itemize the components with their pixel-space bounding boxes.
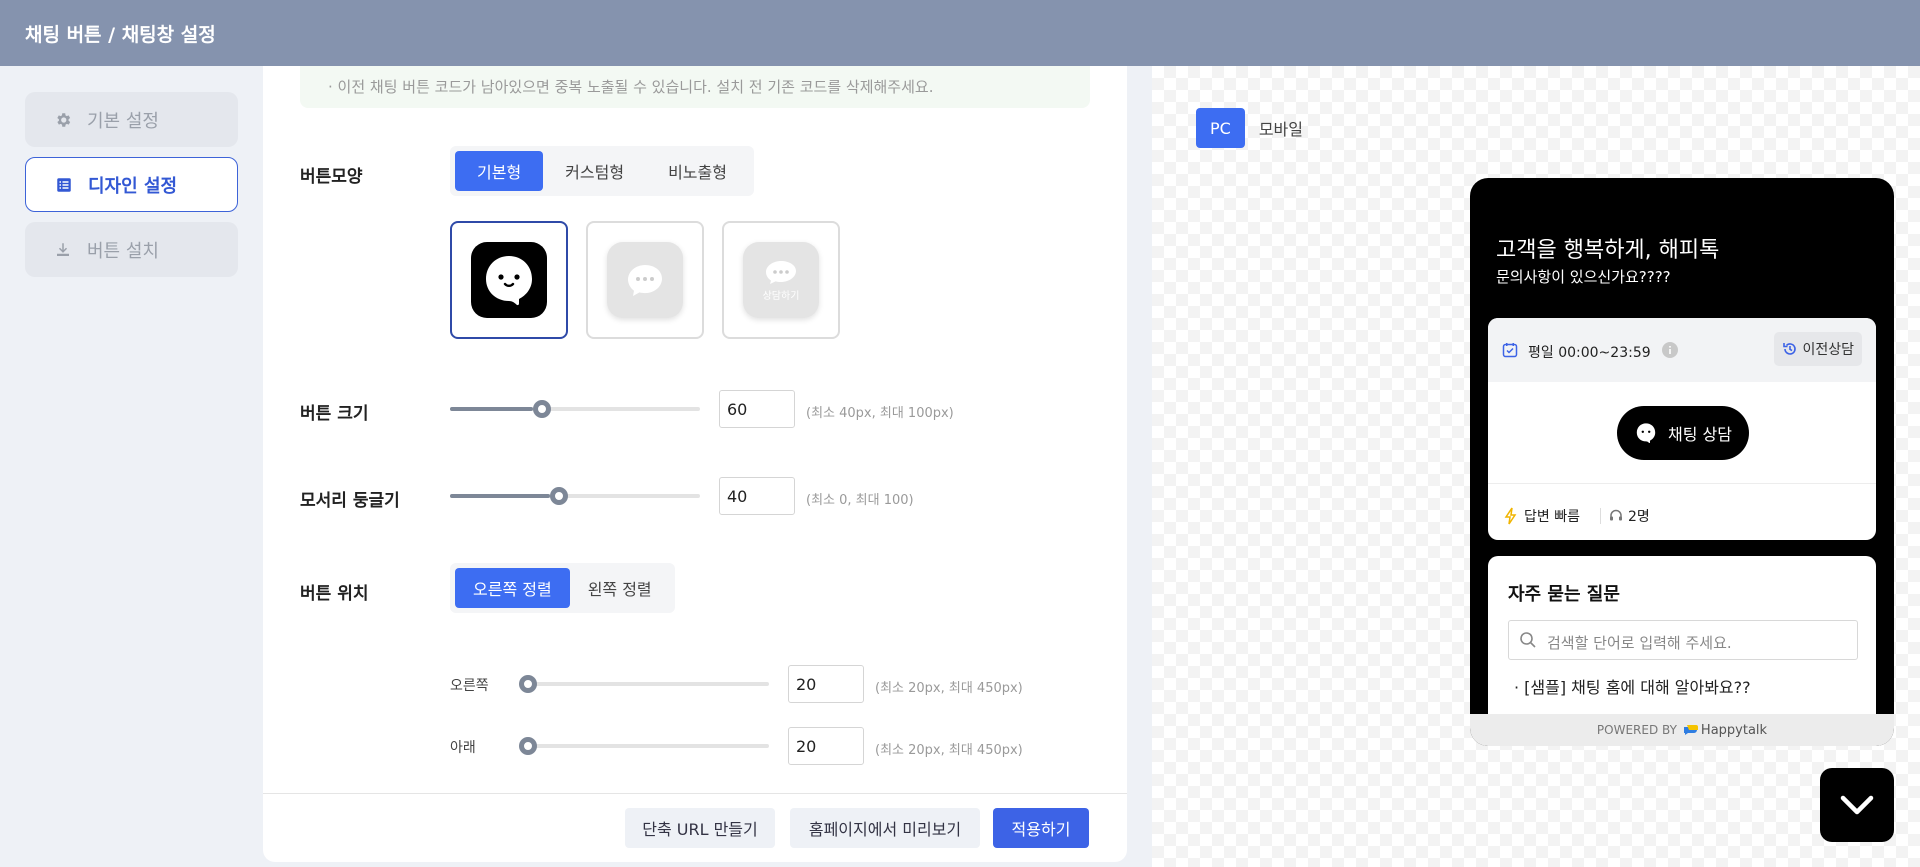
corner-radius-input[interactable] bbox=[719, 477, 795, 515]
right-offset-input[interactable] bbox=[788, 665, 864, 703]
faq-item[interactable]: · [샘플] 채팅 홈에 대해 알아봐요?? bbox=[1514, 674, 1751, 698]
align-left-tab[interactable]: 왼쪽 정렬 bbox=[570, 568, 670, 608]
search-icon bbox=[1519, 631, 1537, 653]
sidebar-item-label: 디자인 설정 bbox=[88, 175, 178, 197]
preview-device-tabs: PC 모바일 bbox=[1196, 108, 1317, 148]
chat-consult-label: 채팅 상담 bbox=[1668, 425, 1732, 444]
gear-icon bbox=[53, 110, 73, 130]
top-header: 채팅 버튼 / 채팅창 설정 bbox=[0, 0, 1920, 66]
corner-radius-label: 모서리 둥글기 bbox=[300, 491, 400, 511]
chat-bubble-icon bbox=[607, 242, 683, 318]
bottom-offset-input[interactable] bbox=[788, 727, 864, 765]
download-icon bbox=[53, 240, 73, 260]
sidebar-item-label: 기본 설정 bbox=[87, 110, 159, 132]
list-icon bbox=[54, 175, 74, 195]
slider-thumb[interactable] bbox=[519, 675, 537, 693]
notice-box: · 이전 채팅 버튼 코드가 남아있으면 중복 노출될 수 있습니다. 설치 전… bbox=[300, 66, 1090, 108]
sidebar-item-button-install[interactable]: 버튼 설치 bbox=[25, 222, 238, 277]
brand-text: Happytalk bbox=[1700, 722, 1768, 738]
homepage-preview-button[interactable]: 홈페이지에서 미리보기 bbox=[790, 808, 980, 848]
history-icon bbox=[1782, 341, 1798, 357]
shape-custom-tab[interactable]: 커스텀형 bbox=[543, 151, 646, 191]
shape-card-bubble[interactable] bbox=[586, 221, 704, 339]
footer-divider bbox=[263, 793, 1127, 794]
right-offset-slider[interactable] bbox=[519, 674, 769, 694]
slider-fill bbox=[450, 494, 550, 498]
preview-area: PC 모바일 고객을 행복하게, 해피톡 문의사항이 있으신가요???? 평일 … bbox=[1152, 66, 1920, 867]
faq-search-placeholder: 검색할 단어로 입력해 주세요. bbox=[1547, 634, 1732, 652]
agent-count: 2명 bbox=[1608, 506, 1650, 526]
align-right-tab[interactable]: 오른쪽 정렬 bbox=[455, 568, 570, 608]
card-divider bbox=[1488, 483, 1876, 484]
powered-by-text: POWERED BY bbox=[1596, 723, 1677, 737]
slider-fill bbox=[450, 407, 533, 411]
button-position-label: 버튼 위치 bbox=[300, 584, 369, 604]
corner-radius-slider[interactable] bbox=[450, 486, 700, 506]
corner-radius-hint: (최소 0, 최대 100) bbox=[806, 493, 914, 508]
chevron-down-icon bbox=[1840, 794, 1874, 816]
tab-pc[interactable]: PC bbox=[1196, 108, 1245, 148]
sidebar-nav: 기본 설정 디자인 설정 버튼 설치 bbox=[25, 92, 238, 287]
chat-consult-button[interactable]: 채팅 상담 bbox=[1617, 406, 1749, 460]
right-offset-label: 오른쪽 bbox=[450, 678, 489, 694]
ghost-icon bbox=[1634, 421, 1658, 445]
happytalk-logo-icon bbox=[1683, 724, 1699, 736]
chat-widget-preview: 고객을 행복하게, 해피톡 문의사항이 있으신가요???? 평일 00:00~2… bbox=[1470, 178, 1894, 746]
short-url-button[interactable]: 단축 URL 만들기 bbox=[625, 808, 775, 848]
reply-status: 답변 빠름 bbox=[1504, 506, 1580, 526]
lightning-icon bbox=[1504, 507, 1518, 525]
sidebar-item-design-settings[interactable]: 디자인 설정 bbox=[25, 157, 238, 212]
button-shape-label: 버튼모양 bbox=[300, 167, 363, 187]
slider-thumb[interactable] bbox=[550, 487, 568, 505]
bottom-offset-slider[interactable] bbox=[519, 736, 769, 756]
headset-icon bbox=[1608, 508, 1624, 524]
history-button[interactable]: 이전상담 bbox=[1774, 332, 1862, 366]
apply-button[interactable]: 적용하기 bbox=[993, 808, 1089, 848]
widget-subtitle: 문의사항이 있으신가요???? bbox=[1496, 268, 1671, 286]
page-title: 채팅 버튼 / 채팅창 설정 bbox=[25, 24, 216, 46]
shape-card-text: 상담하기 bbox=[762, 290, 800, 302]
history-label: 이전상담 bbox=[1802, 342, 1854, 358]
hours-text: 평일 00:00~23:59 bbox=[1528, 345, 1651, 361]
calendar-check-icon bbox=[1502, 342, 1518, 362]
right-offset-hint: (최소 20px, 최대 450px) bbox=[875, 681, 1023, 696]
slider-track bbox=[519, 744, 769, 748]
button-shape-segment: 기본형 커스텀형 비노출형 bbox=[450, 146, 754, 196]
widget-consult-card: 평일 00:00~23:59 이전상담 채팅 상담 답변 빠름 2명 bbox=[1488, 318, 1876, 540]
settings-panel: · 이전 채팅 버튼 코드가 남아있으면 중복 노출될 수 있습니다. 설치 전… bbox=[263, 66, 1127, 862]
sidebar-item-basic-settings[interactable]: 기본 설정 bbox=[25, 92, 238, 147]
ghost-icon bbox=[471, 242, 547, 318]
widget-title: 고객을 행복하게, 해피톡 bbox=[1496, 238, 1720, 263]
button-size-input[interactable] bbox=[719, 390, 795, 428]
status-divider bbox=[1600, 508, 1601, 524]
hours-bar: 평일 00:00~23:59 이전상담 bbox=[1488, 318, 1876, 382]
reply-status-text: 답변 빠름 bbox=[1524, 509, 1580, 525]
shape-card-ghost[interactable] bbox=[450, 221, 568, 339]
faq-search-input[interactable]: 검색할 단어로 입력해 주세요. bbox=[1508, 620, 1858, 660]
button-size-label: 버튼 크기 bbox=[300, 404, 369, 424]
agent-count-text: 2명 bbox=[1628, 509, 1650, 525]
faq-card: 자주 묻는 질문 검색할 단어로 입력해 주세요. · [샘플] 채팅 홈에 대… bbox=[1488, 556, 1876, 726]
shape-basic-tab[interactable]: 기본형 bbox=[455, 151, 544, 191]
bottom-offset-hint: (최소 20px, 최대 450px) bbox=[875, 743, 1023, 758]
collapse-chat-button[interactable] bbox=[1820, 768, 1894, 842]
powered-by-footer: POWERED BY Happytalk bbox=[1470, 714, 1894, 746]
chat-bubble-text-icon: 상담하기 bbox=[743, 242, 819, 318]
tab-mobile[interactable]: 모바일 bbox=[1245, 108, 1317, 148]
button-position-segment: 오른쪽 정렬 왼쪽 정렬 bbox=[450, 563, 675, 613]
sidebar-item-label: 버튼 설치 bbox=[87, 240, 159, 262]
bottom-offset-label: 아래 bbox=[450, 740, 476, 756]
button-size-hint: (최소 40px, 최대 100px) bbox=[806, 406, 954, 421]
button-size-slider[interactable] bbox=[450, 399, 700, 419]
info-icon bbox=[1662, 342, 1678, 362]
slider-thumb[interactable] bbox=[519, 737, 537, 755]
faq-title: 자주 묻는 질문 bbox=[1508, 584, 1620, 605]
shape-card-bubble-text[interactable]: 상담하기 bbox=[722, 221, 840, 339]
shape-hidden-tab[interactable]: 비노출형 bbox=[646, 151, 749, 191]
slider-thumb[interactable] bbox=[532, 400, 551, 418]
slider-track bbox=[519, 682, 769, 686]
